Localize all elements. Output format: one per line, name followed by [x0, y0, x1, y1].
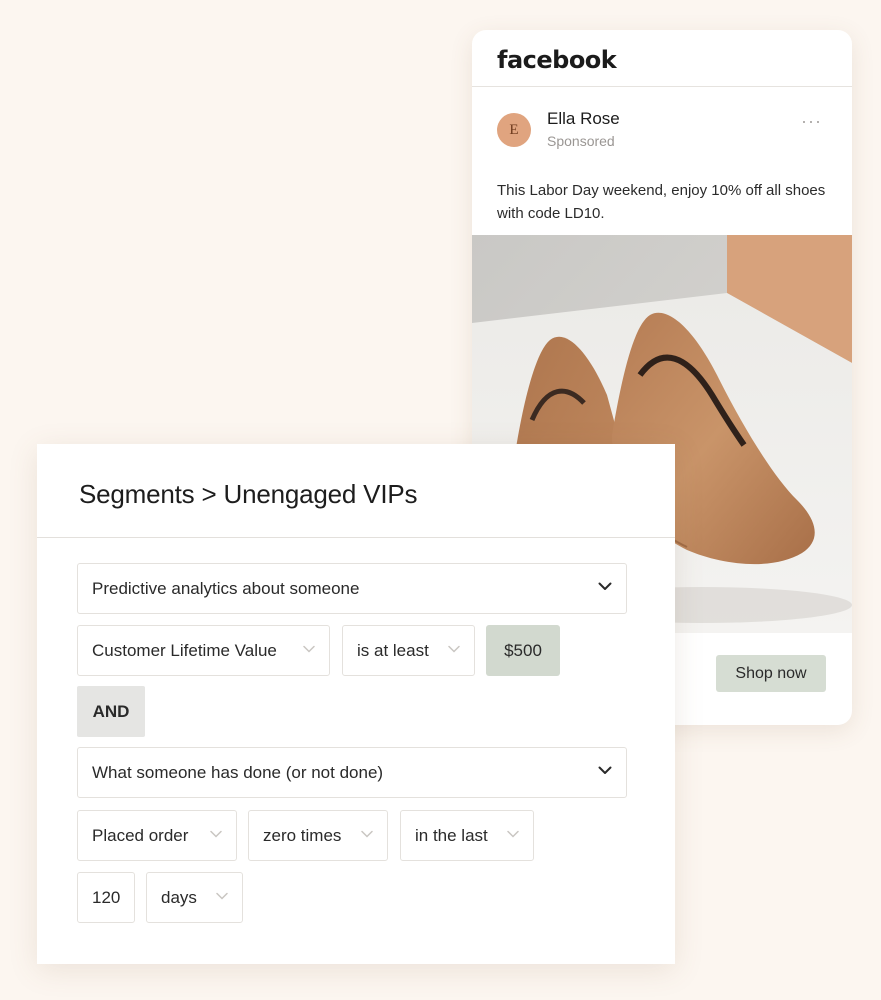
amount-input[interactable]: 120: [77, 872, 135, 923]
action-label: Placed order: [92, 825, 189, 845]
more-options-icon[interactable]: ···: [801, 111, 822, 132]
timeframe-select[interactable]: in the last: [400, 810, 534, 861]
post-header: E Ella Rose Sponsored ···: [472, 87, 852, 167]
condition-type-label: What someone has done (or not done): [92, 762, 384, 782]
avatar[interactable]: E: [497, 113, 531, 147]
operator-select[interactable]: is at least: [342, 625, 475, 676]
sponsored-label: Sponsored: [547, 133, 615, 149]
timeframe-label: in the last: [415, 825, 488, 845]
chevron-down-icon: [598, 766, 612, 774]
chevron-down-icon: [507, 830, 519, 838]
action-select[interactable]: Placed order: [77, 810, 237, 861]
chevron-down-icon: [361, 830, 373, 838]
operator-label: is at least: [357, 640, 429, 660]
segment-builder-card: Segments > Unengaged VIPs Predictive ana…: [37, 444, 675, 964]
chevron-down-icon: [448, 645, 460, 653]
frequency-select[interactable]: zero times: [248, 810, 388, 861]
chevron-down-icon: [210, 830, 222, 838]
amount-value: 120: [92, 887, 121, 907]
chevron-down-icon: [303, 645, 315, 653]
field-select[interactable]: Customer Lifetime Value: [77, 625, 330, 676]
condition-type-select-1[interactable]: Predictive analytics about someone: [77, 563, 627, 614]
unit-select[interactable]: days: [146, 872, 243, 923]
facebook-logo: facebook: [497, 46, 617, 74]
field-label: Customer Lifetime Value: [92, 640, 277, 660]
chevron-down-icon: [216, 892, 228, 900]
frequency-label: zero times: [263, 825, 342, 845]
shop-now-button[interactable]: Shop now: [716, 655, 826, 692]
condition-type-select-2[interactable]: What someone has done (or not done): [77, 747, 627, 798]
condition-type-label: Predictive analytics about someone: [92, 578, 360, 598]
facebook-header: facebook: [472, 30, 852, 87]
chevron-down-icon: [598, 582, 612, 590]
segment-header: Segments > Unengaged VIPs: [37, 444, 675, 538]
page-title: Segments > Unengaged VIPs: [79, 479, 418, 509]
value-input[interactable]: $500: [486, 625, 560, 676]
and-joiner[interactable]: AND: [77, 686, 145, 737]
author-name[interactable]: Ella Rose: [547, 109, 620, 129]
unit-label: days: [161, 887, 197, 907]
